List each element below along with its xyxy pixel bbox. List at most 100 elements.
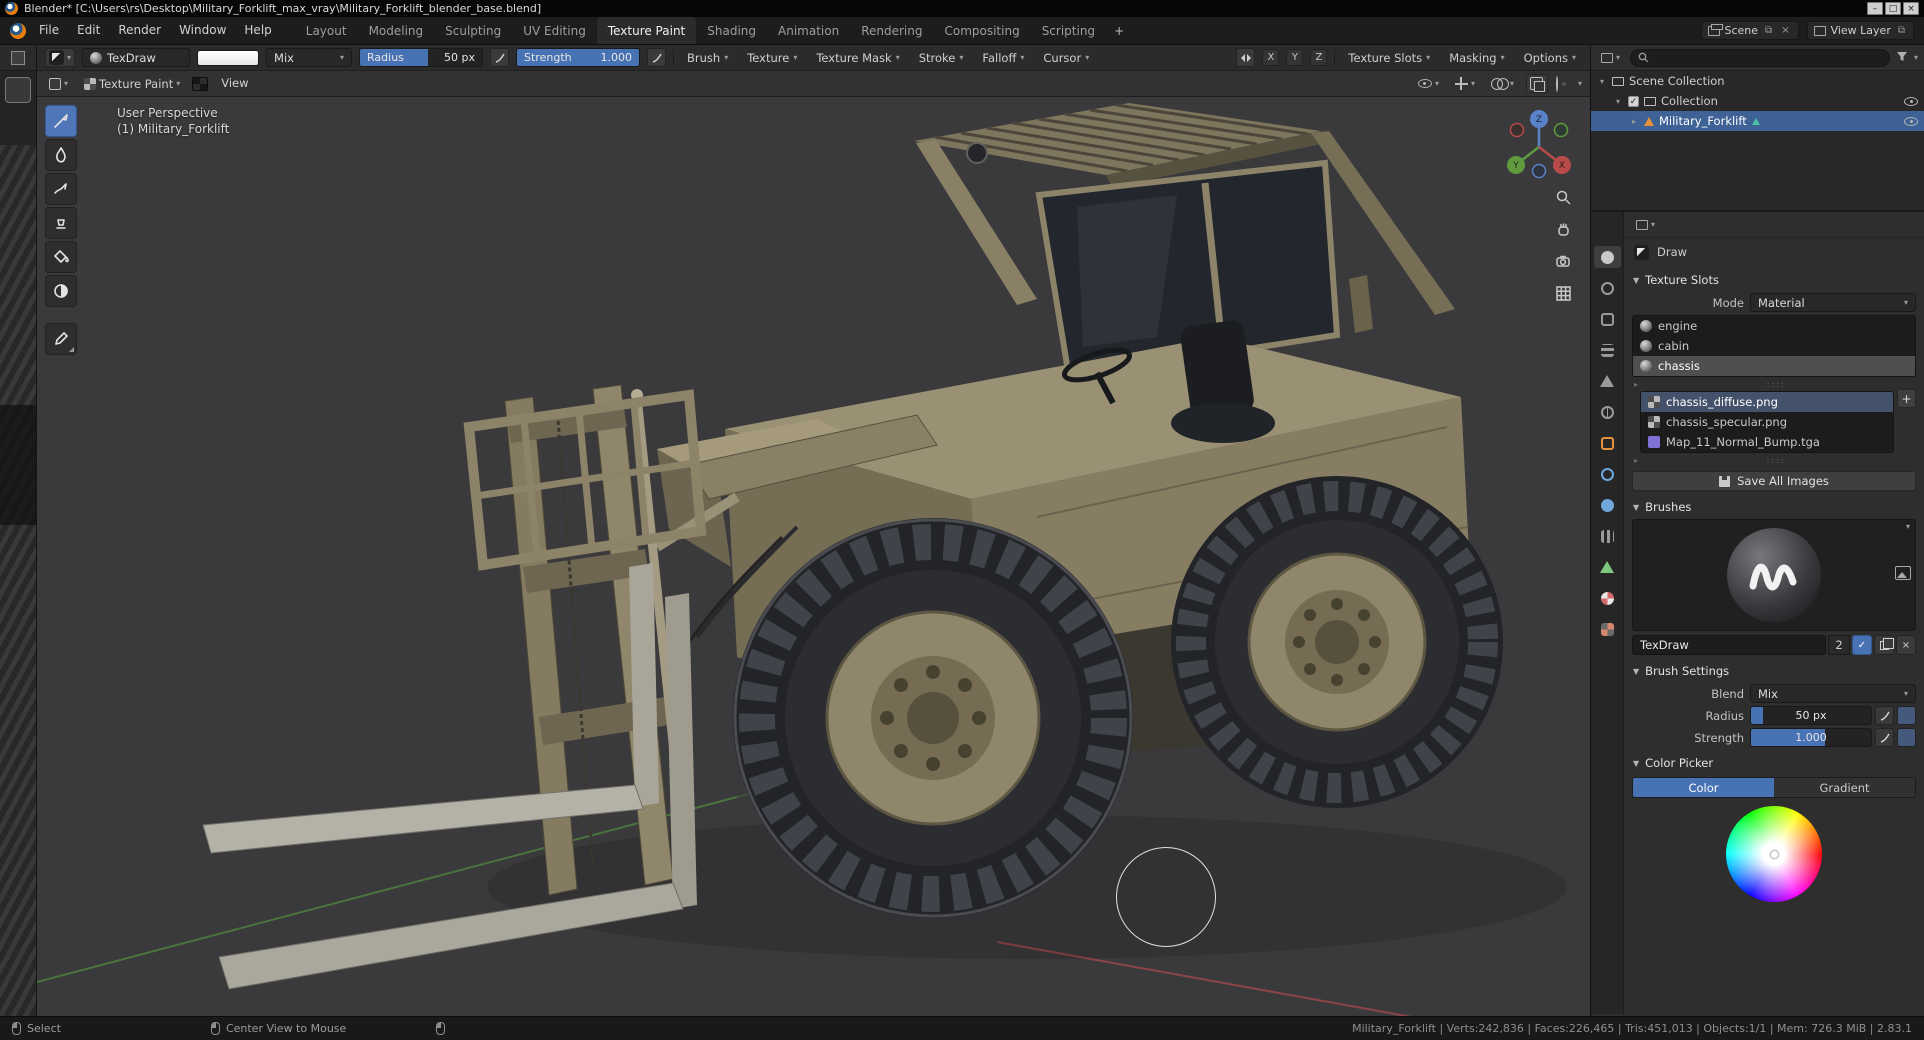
strength-unified-toggle[interactable]: [1897, 728, 1916, 747]
save-all-images-button[interactable]: Save All Images: [1632, 471, 1916, 491]
outliner-row-scene-collection[interactable]: ▾ Scene Collection: [1591, 71, 1924, 91]
material-slot-engine[interactable]: engine: [1633, 316, 1915, 336]
radius-pressure-button[interactable]: [1875, 706, 1894, 725]
brush-preview-dropdown[interactable]: ▾: [1906, 523, 1910, 531]
view-layer-new-button[interactable]: ⧉: [1896, 25, 1907, 36]
collection-checkbox[interactable]: ✓: [1628, 95, 1639, 107]
active-tool-icon-button[interactable]: ▾: [45, 48, 76, 67]
properties-tab-output[interactable]: [1594, 308, 1621, 330]
menu-render[interactable]: Render: [109, 17, 170, 44]
brush-preview-box[interactable]: ▾: [1632, 519, 1916, 631]
mirror-z-toggle[interactable]: Z: [1310, 49, 1328, 66]
properties-tab-object[interactable]: [1594, 432, 1621, 454]
texture-slot-normal[interactable]: Map_11_Normal_Bump.tga: [1641, 432, 1893, 452]
tab-texture-paint[interactable]: Texture Paint: [596, 17, 697, 44]
viewport-3d[interactable]: User Perspective (1) Military_Forklift X…: [37, 97, 1590, 1016]
image-editor-tool-button[interactable]: [5, 77, 31, 103]
mirror-x-toggle[interactable]: X: [1262, 49, 1280, 66]
properties-tab-render[interactable]: [1594, 277, 1621, 299]
popover-options[interactable]: Options ▾: [1518, 48, 1582, 67]
tab-sculpting[interactable]: Sculpting: [434, 17, 512, 44]
hide-eye-icon[interactable]: [1904, 116, 1918, 126]
brush-users-count[interactable]: 2: [1828, 635, 1850, 655]
add-texture-slot-button[interactable]: +: [1897, 389, 1916, 408]
blend-mode-dropdown[interactable]: Mix ▾: [266, 48, 353, 67]
properties-tab-modifiers[interactable]: [1594, 463, 1621, 485]
tool-smear-button[interactable]: [45, 173, 77, 205]
properties-editor-selector[interactable]: ▾: [1632, 215, 1659, 234]
ortho-grid-icon[interactable]: [1555, 285, 1572, 305]
unlink-brush-button[interactable]: ×: [1896, 635, 1916, 655]
tab-uv-editing[interactable]: UV Editing: [512, 17, 597, 44]
slot-mode-dropdown[interactable]: Material ▾: [1750, 293, 1916, 312]
menu-help[interactable]: Help: [235, 17, 280, 44]
scene-unlink-button[interactable]: ×: [1779, 25, 1791, 36]
list-resize-grip[interactable]: ▸::::: [1624, 379, 1924, 389]
view-layer-selector[interactable]: View Layer ⧉: [1806, 21, 1914, 40]
shading-solid-button[interactable]: [1561, 81, 1566, 86]
menu-edit[interactable]: Edit: [68, 17, 109, 44]
properties-tab-view-layer[interactable]: [1594, 339, 1621, 361]
navigation-gizmo[interactable]: X Y Z: [1502, 107, 1576, 181]
tab-layout[interactable]: Layout: [295, 17, 358, 44]
radius-slider-panel[interactable]: 50 px: [1750, 706, 1872, 725]
overlays-dropdown[interactable]: ▾: [1487, 74, 1518, 93]
shading-dropdown-icon[interactable]: ▾: [1578, 79, 1582, 88]
outliner-filter-dropdown[interactable]: ▾: [1914, 53, 1918, 62]
image-editor-strip[interactable]: [0, 45, 37, 1016]
tab-scripting[interactable]: Scripting: [1031, 17, 1106, 44]
scene-selector[interactable]: Scene ⧉ ×: [1700, 21, 1799, 40]
tab-shading[interactable]: Shading: [696, 17, 767, 44]
brush-settings-panel-header[interactable]: ▼ Brush Settings: [1624, 661, 1924, 681]
maximize-button[interactable]: □: [1885, 2, 1901, 15]
blend-dropdown[interactable]: Mix ▾: [1750, 684, 1916, 703]
popover-texture-slots[interactable]: Texture Slots ▾: [1342, 48, 1436, 67]
scene-new-button[interactable]: ⧉: [1763, 25, 1774, 36]
paint-slot-thumbnail[interactable]: [192, 76, 209, 91]
outliner-search-input[interactable]: [1630, 48, 1890, 67]
radius-unified-toggle[interactable]: [1897, 706, 1916, 725]
close-button[interactable]: ×: [1903, 2, 1919, 15]
list-resize-grip[interactable]: ▸::::: [1624, 455, 1924, 465]
material-slot-chassis[interactable]: chassis: [1633, 356, 1915, 376]
popover-falloff[interactable]: Falloff ▾: [976, 48, 1030, 67]
mirror-y-toggle[interactable]: Y: [1286, 49, 1304, 66]
tool-fill-button[interactable]: [45, 241, 77, 273]
minimize-button[interactable]: –: [1867, 2, 1883, 15]
brush-color-swatch[interactable]: [197, 49, 260, 66]
tab-modeling[interactable]: Modeling: [358, 17, 435, 44]
color-wheel[interactable]: [1726, 806, 1822, 902]
disclosure-icon[interactable]: ▾: [1597, 77, 1607, 86]
properties-tab-tool[interactable]: [1593, 246, 1621, 268]
browse-image-icon[interactable]: [1895, 566, 1911, 580]
properties-tab-texture[interactable]: [1594, 618, 1621, 640]
object-visibility-dropdown[interactable]: ▾: [1414, 74, 1443, 93]
radius-slider[interactable]: Radius 50 px: [359, 48, 484, 67]
fake-user-toggle[interactable]: ✓: [1852, 635, 1872, 655]
tab-compositing[interactable]: Compositing: [933, 17, 1030, 44]
disclosure-icon[interactable]: ▾: [1613, 97, 1623, 106]
properties-tab-physics[interactable]: [1594, 494, 1621, 516]
zoom-icon[interactable]: [1555, 189, 1572, 209]
camera-view-icon[interactable]: [1555, 253, 1572, 273]
properties-tab-material[interactable]: [1594, 587, 1621, 609]
texture-slot-specular[interactable]: chassis_specular.png: [1641, 412, 1893, 432]
properties-tab-world[interactable]: [1594, 401, 1621, 423]
outliner-editor-selector[interactable]: ▾: [1597, 48, 1624, 67]
hide-eye-icon[interactable]: [1904, 96, 1918, 106]
radius-pressure-button[interactable]: [490, 48, 510, 67]
xray-toggle[interactable]: [1525, 74, 1548, 93]
texture-slots-panel-header[interactable]: ▼ Texture Slots: [1624, 270, 1924, 290]
duplicate-brush-button[interactable]: [1874, 635, 1894, 655]
tab-animation[interactable]: Animation: [767, 17, 850, 44]
properties-tab-scene[interactable]: [1594, 370, 1621, 392]
menu-window[interactable]: Window: [170, 17, 235, 44]
editor-type-selector[interactable]: ▾: [45, 74, 72, 93]
gradient-tab[interactable]: Gradient: [1774, 778, 1915, 797]
tool-draw-button[interactable]: [45, 105, 77, 137]
properties-tab-constraints[interactable]: [1594, 525, 1621, 547]
popover-brush[interactable]: Brush ▾: [681, 48, 734, 67]
disclosure-icon[interactable]: ▸: [1629, 117, 1639, 126]
popover-cursor[interactable]: Cursor ▾: [1037, 48, 1095, 67]
tool-clone-button[interactable]: [45, 207, 77, 239]
